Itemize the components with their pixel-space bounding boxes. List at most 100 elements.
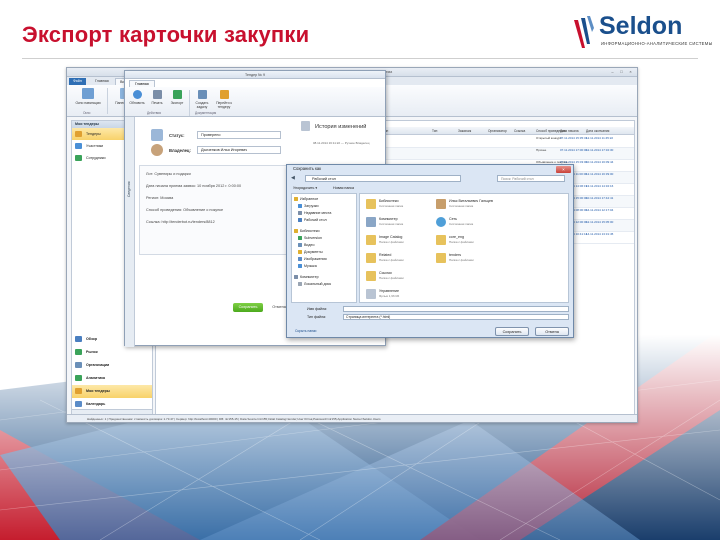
nav-section-label: Обзор [86, 337, 98, 341]
seldon-logo-mark-icon [574, 16, 594, 48]
slide: Экспорт карточки закупки Seldon ИНФОРМАЦ… [0, 0, 720, 540]
new-folder-button[interactable]: Новая папка [333, 185, 354, 192]
file-item[interactable]: Управление Ярлык 1,96 КБ [366, 288, 430, 302]
folder-icon [366, 235, 376, 245]
folder-tree: Избранное Загрузки Недавние места Рабочи… [291, 193, 357, 303]
close-icon[interactable]: × [626, 69, 635, 75]
nav-item-label: Участники [86, 144, 104, 148]
file-item[interactable]: Сеть Системная папка [436, 216, 500, 230]
star-icon [294, 197, 298, 202]
go-to-tender-label: Перейти к тендеру [216, 101, 232, 109]
file-type: Папка с файлами [449, 240, 474, 244]
dialog-cancel-button[interactable]: Отмена [535, 327, 569, 336]
file-type: Ярлык 1,96 КБ [379, 294, 400, 298]
tab-file[interactable]: Файл [69, 78, 86, 85]
dialog-save-button[interactable]: Сохранить [495, 327, 529, 336]
print-icon [152, 90, 162, 99]
nav-section-organizations[interactable]: Организации [72, 359, 152, 372]
card-group-docs: Документация [195, 111, 217, 115]
file-item[interactable]: Related Папка с файлами [366, 252, 430, 266]
tree-item-label: Локальный диск [304, 282, 332, 286]
computer-icon [366, 217, 376, 227]
nav-section-label: Рынок [86, 350, 98, 354]
address-bar[interactable]: Рабочий стол [305, 175, 461, 182]
nav-window-button[interactable]: Окно навигации [73, 87, 103, 113]
video-icon [298, 243, 302, 248]
folder-icon [366, 253, 376, 263]
back-arrow-icon[interactable]: ◀ [291, 176, 295, 181]
file-item[interactable]: Ссылки Папка с файлами [366, 270, 430, 284]
dialog-title: Сохранить как [293, 166, 322, 171]
tree-item[interactable]: Библиотеки [294, 228, 319, 234]
tree-item-label: Subversion [304, 236, 322, 240]
search-input[interactable]: Поиск: Рабочий стол [497, 175, 565, 182]
export-icon [172, 90, 182, 99]
tree-item-label: Видео [304, 243, 315, 247]
info-line: Дата начала приема заявок: 10 ноября 201… [146, 184, 242, 188]
column-header[interactable]: Организатор [488, 129, 507, 133]
music-icon [298, 264, 302, 269]
history-icon [301, 121, 310, 131]
status-icon [151, 129, 163, 141]
card-tab-home[interactable]: Главная [129, 80, 155, 87]
tree-item[interactable]: Локальный диск [298, 281, 331, 287]
info-line: Регион: Москва [146, 196, 174, 200]
column-header[interactable]: Тип [432, 129, 437, 133]
hide-folders-toggle[interactable]: Скрыть папки [295, 329, 316, 333]
filetype-select[interactable]: Страница интернета (*.html) [343, 314, 569, 320]
tree-item-label: Недавние места [304, 211, 332, 215]
tree-item[interactable]: Загрузки [298, 203, 318, 209]
tree-item[interactable]: Документы [298, 249, 323, 255]
tree-item[interactable]: Изображения [298, 256, 327, 262]
filename-input[interactable] [343, 306, 569, 312]
libraries-icon [294, 229, 298, 234]
column-header[interactable]: Дата начала [560, 129, 578, 133]
nav-section-my-tenders[interactable]: Мои тендеры [72, 385, 152, 398]
refresh-button[interactable]: Обновить [127, 89, 147, 115]
save-button[interactable]: Сохранить [233, 303, 263, 312]
computer-icon [294, 275, 298, 280]
tree-item[interactable]: Избранное [294, 196, 318, 202]
status-dropdown[interactable]: Проверено [197, 131, 281, 139]
filename-label: Имя файла: [307, 307, 328, 311]
file-item[interactable]: core_eng Папка с файлами [436, 234, 500, 248]
tree-item[interactable]: Видео [298, 242, 315, 248]
maximize-icon[interactable]: □ [617, 69, 626, 75]
tab-home[interactable]: Главная [91, 78, 113, 85]
organize-button[interactable]: Упорядочить ▾ [293, 185, 317, 192]
file-item[interactable]: Библиотеки Системная папка [366, 198, 430, 212]
file-item[interactable]: tenders Папка с файлами [436, 252, 500, 266]
logo-tagline: ИНФОРМАЦИОННО-АНАЛИТИЧЕСКИЕ СИСТЕМЫ [601, 41, 713, 46]
tree-item[interactable]: Недавние места [298, 210, 331, 216]
export-button[interactable]: Экспорт [167, 89, 187, 115]
tree-item[interactable]: Рабочий стол [298, 217, 327, 223]
column-header[interactable]: Дата окончания [586, 129, 609, 133]
file-item[interactable]: Image Catalog Папка с файлами [366, 234, 430, 248]
analytics-icon [75, 375, 82, 381]
nav-section-analytics[interactable]: Аналитика [72, 372, 152, 385]
tree-item[interactable]: Музыка [298, 263, 317, 269]
minimize-icon[interactable]: – [608, 69, 617, 75]
desktop-icon [298, 218, 302, 223]
column-header[interactable]: Ссылка [514, 129, 525, 133]
column-header[interactable]: Заказчик [458, 129, 471, 133]
tree-item[interactable]: Компьютер [294, 274, 319, 280]
go-to-tender-button[interactable]: Перейти к тендеру [213, 89, 235, 115]
nav-section-market[interactable]: Рынок [72, 346, 152, 359]
row-end: 12.11.2014 16:39:00 [586, 172, 614, 176]
tree-item[interactable]: Subversion [298, 235, 322, 241]
file-name: core_eng [449, 235, 464, 239]
file-item[interactable]: Компьютер Системная папка [366, 216, 430, 230]
ribbon-separator [107, 88, 108, 114]
history-entry: 08.11.2014 16:11:22 — Ручное Владелец [313, 141, 370, 145]
folder-icon [436, 235, 446, 245]
tree-item-label: Компьютер [300, 275, 319, 279]
file-item[interactable]: Илья Витальевич Гальцев Системная папка [436, 198, 566, 212]
card-side-panel[interactable]: Сведения [125, 117, 135, 347]
file-type: Папка с файлами [449, 258, 474, 262]
card-side-label: Сведения [127, 181, 131, 198]
save-as-dialog: Сохранить как × ◀ Рабочий стол Поиск: Ра… [286, 164, 574, 338]
status-label: Статус: [169, 133, 185, 138]
dialog-close-icon[interactable]: × [556, 166, 571, 173]
owner-dropdown[interactable]: Дьяченков Илья Игоревич [197, 146, 281, 154]
